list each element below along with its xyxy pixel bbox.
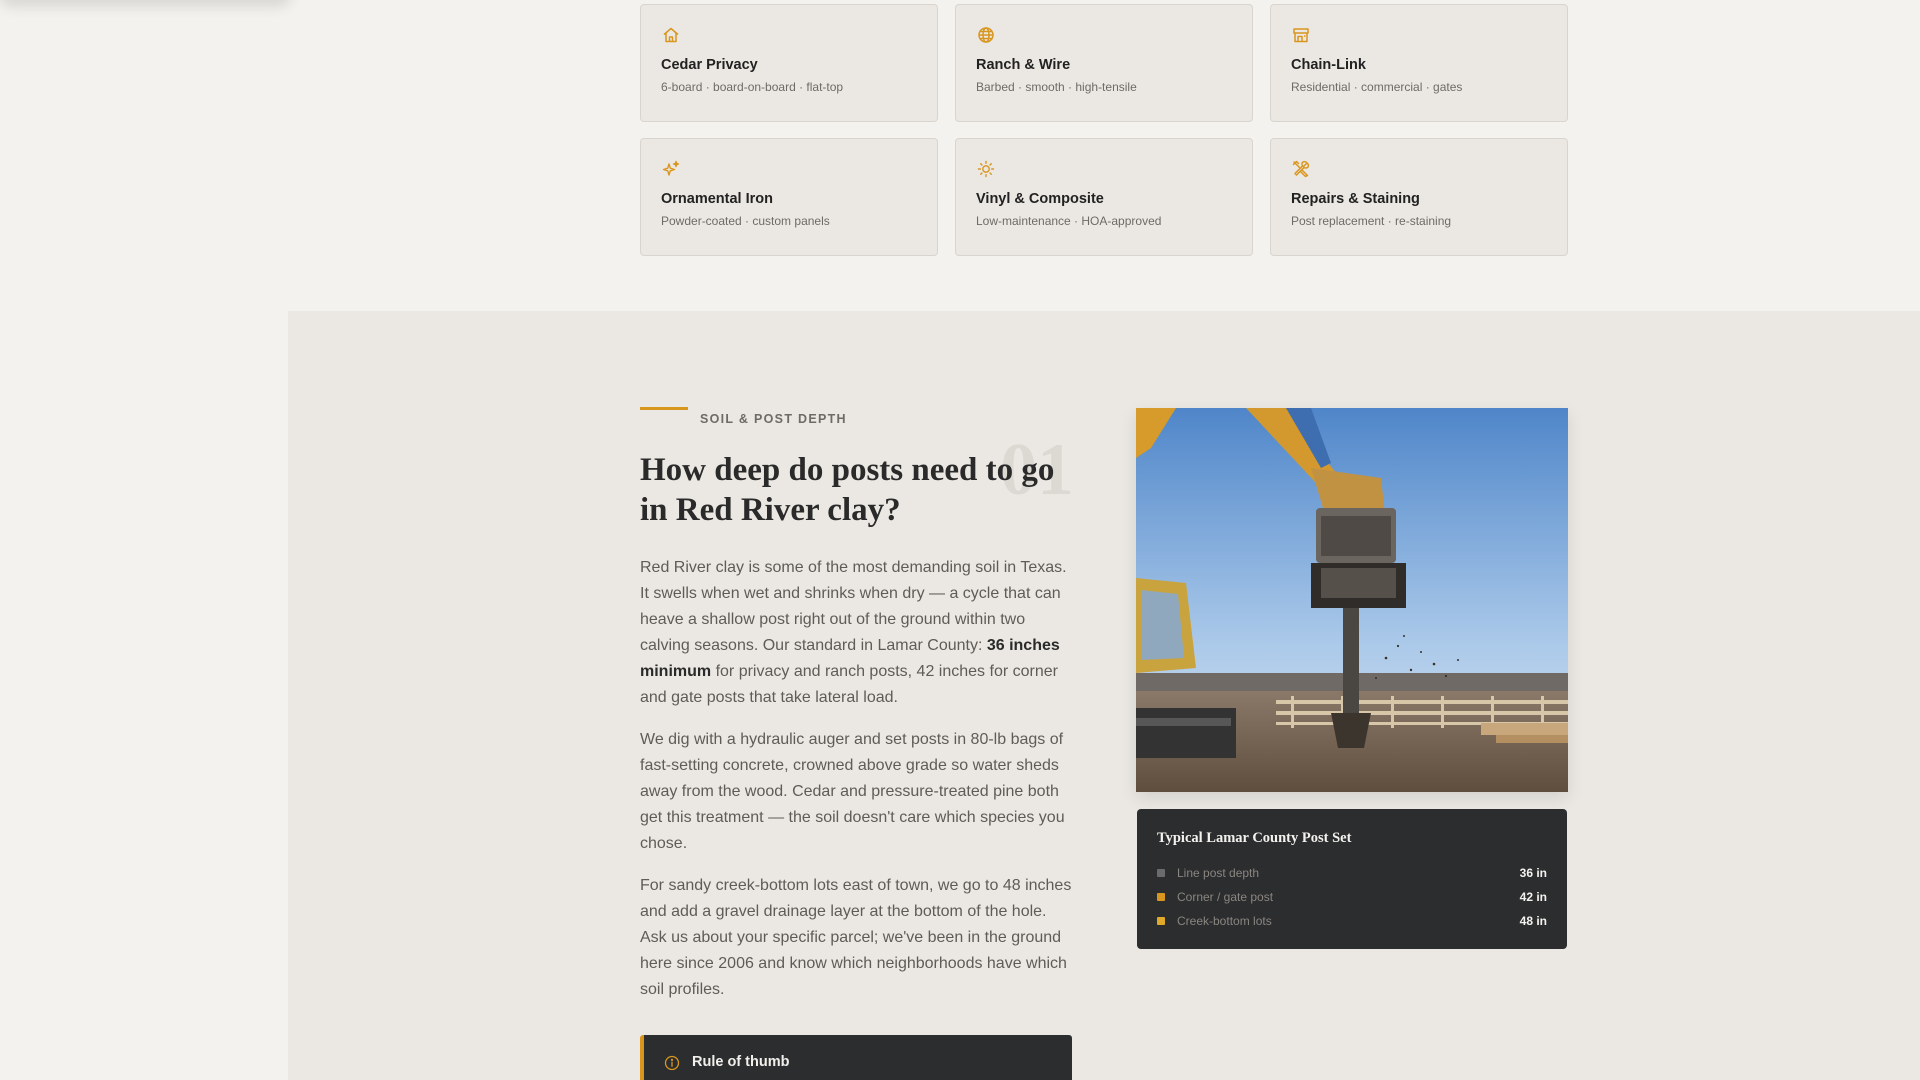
- sparkles-icon: [661, 159, 681, 179]
- sun-icon: [976, 159, 996, 179]
- service-subtitle: Barbed · smooth · high-tensile: [976, 80, 1137, 94]
- post-set-spec-card: Typical Lamar County Post Set Line post …: [1137, 809, 1567, 949]
- service-card-ornamental-iron[interactable]: Ornamental Iron Powder-coated · custom p…: [640, 138, 938, 256]
- section-heading: How deep do posts need to go in Red Rive…: [640, 452, 1055, 528]
- soil-section-background: [288, 311, 1920, 1080]
- paragraph-3: For sandy creek-bottom lots east of town…: [640, 877, 1072, 998]
- service-title: Cedar Privacy: [661, 57, 758, 73]
- spec-label: Corner / gate post: [1177, 890, 1274, 904]
- service-title: Repairs & Staining: [1291, 191, 1420, 207]
- service-title: Ornamental Iron: [661, 191, 773, 207]
- auger-excavator-photo: [1136, 408, 1568, 792]
- spec-label: Creek-bottom lots: [1177, 914, 1272, 928]
- service-title: Chain-Link: [1291, 57, 1366, 73]
- service-card-ranch-wire[interactable]: Ranch & Wire Barbed · smooth · high-tens…: [955, 4, 1253, 122]
- spec-value: 48 in: [1519, 914, 1547, 928]
- services-grid: Cedar Privacy 6-board · board-on-board ·…: [640, 4, 1568, 256]
- spec-row-creek-bottom: Creek-bottom lots 48 in: [1157, 909, 1547, 933]
- home-icon: [661, 25, 681, 45]
- legend-marker: [1157, 917, 1165, 925]
- service-title: Vinyl & Composite: [976, 191, 1104, 207]
- spec-label: Line post depth: [1177, 866, 1260, 880]
- paragraph-2: We dig with a hydraulic auger and set po…: [640, 731, 1065, 852]
- paragraph-1: Red River clay is some of the most deman…: [640, 555, 1072, 711]
- info-icon: [664, 1055, 680, 1071]
- globe-icon: [976, 25, 996, 45]
- service-card-cedar-privacy[interactable]: Cedar Privacy 6-board · board-on-board ·…: [640, 4, 938, 122]
- service-subtitle: 6-board · board-on-board · flat-top: [661, 80, 844, 94]
- rule-of-thumb-title: Rule of thumb: [692, 1054, 790, 1070]
- spec-value: 36 in: [1519, 866, 1547, 880]
- tools-icon: [1291, 159, 1311, 179]
- storefront-icon: [1291, 25, 1311, 45]
- section-eyebrow: SOIL & POST DEPTH: [700, 412, 847, 426]
- rule-of-thumb-callout: Rule of thumb: [640, 1035, 1072, 1080]
- legend-marker: [1157, 893, 1165, 901]
- service-card-chain-link[interactable]: Chain-Link Residential · commercial · ga…: [1270, 4, 1568, 122]
- service-subtitle: Residential · commercial · gates: [1291, 80, 1463, 94]
- spec-card-title: Typical Lamar County Post Set: [1157, 830, 1352, 846]
- service-title: Ranch & Wire: [976, 57, 1071, 73]
- spec-row-corner-gate: Corner / gate post 42 in: [1157, 885, 1547, 909]
- spec-value: 42 in: [1519, 890, 1547, 904]
- service-subtitle: Low-maintenance · HOA-approved: [976, 214, 1162, 228]
- service-subtitle: Post replacement · re-staining: [1291, 214, 1452, 228]
- spec-row-line-post: Line post depth 36 in: [1157, 861, 1547, 885]
- service-card-vinyl-composite[interactable]: Vinyl & Composite Low-maintenance · HOA-…: [955, 138, 1253, 256]
- eyebrow-accent-line: [640, 407, 688, 410]
- service-subtitle: Powder-coated · custom panels: [661, 214, 830, 228]
- service-card-repairs-staining[interactable]: Repairs & Staining Post replacement · re…: [1270, 138, 1568, 256]
- legend-marker: [1157, 869, 1165, 877]
